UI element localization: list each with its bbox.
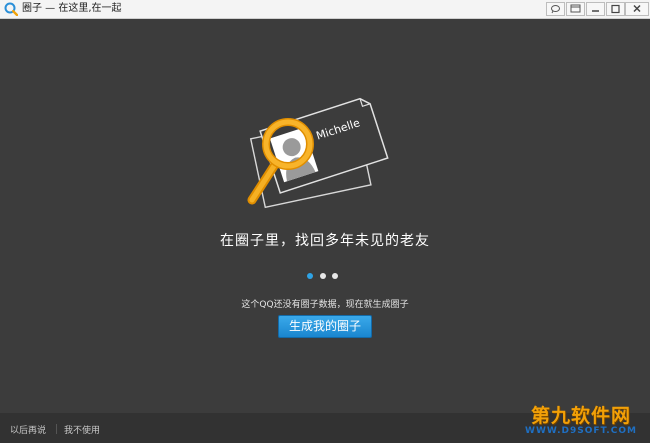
close-icon	[633, 4, 641, 13]
site-watermark: 第九软件网 WWW.D9SOFT.COM	[515, 401, 647, 441]
chat-bubble-icon	[551, 5, 560, 14]
front-card: Michelle	[259, 97, 389, 194]
minimize-button[interactable]	[586, 2, 605, 16]
minimize-icon	[592, 10, 599, 12]
skin-icon	[570, 4, 581, 13]
maximize-icon	[611, 4, 620, 14]
title-bar[interactable]: 圈子 — 在这里,在一起	[0, 0, 650, 19]
circle-app-icon	[4, 2, 18, 16]
pager-dot-3[interactable]	[332, 273, 338, 279]
app-window: 圈子 — 在这里,在一起 Michelle 在圈子里，找回多年未见的老友 这个Q…	[0, 0, 650, 443]
contact-search-illustration: Michelle	[247, 97, 389, 209]
window-title: 圈子 — 在这里,在一起	[22, 3, 122, 14]
watermark-brand: 第九软件网	[530, 405, 631, 427]
no-data-message: 这个QQ还没有圈子数据，现在就生成圈子	[241, 300, 409, 310]
close-button[interactable]	[625, 2, 649, 16]
headline: 在圈子里，找回多年未见的老友	[220, 233, 430, 249]
skin-button[interactable]	[566, 2, 585, 16]
feedback-button[interactable]	[546, 2, 565, 16]
never-use-link[interactable]: 我不使用	[64, 423, 100, 436]
later-link[interactable]: 以后再说	[10, 423, 46, 436]
generate-circle-button[interactable]: 生成我的圈子	[278, 315, 372, 338]
footer-divider	[56, 424, 57, 434]
maximize-button[interactable]	[606, 2, 625, 16]
pager-dot-1[interactable]	[307, 273, 313, 279]
pager-dot-2[interactable]	[320, 273, 326, 279]
pager-dots	[305, 273, 345, 281]
watermark-site: WWW.D9SOFT.COM	[525, 426, 637, 436]
